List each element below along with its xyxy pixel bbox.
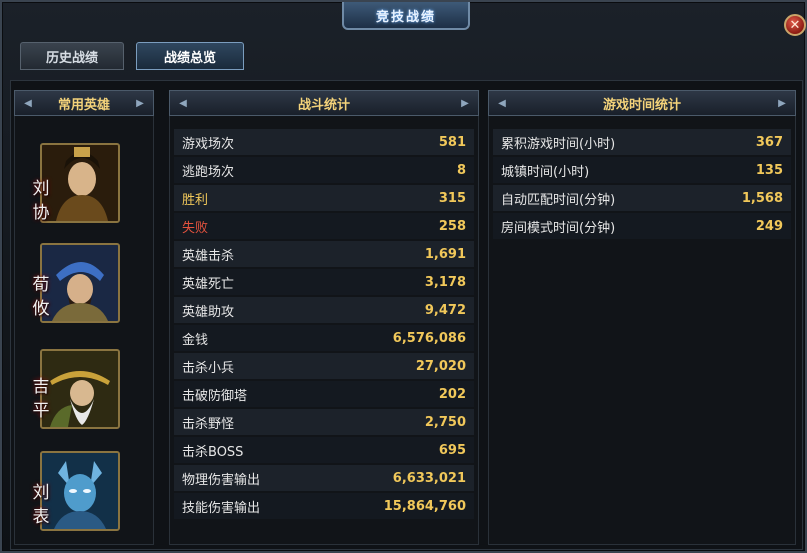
battle-stat-row: 胜利 315 <box>174 185 474 211</box>
time-stats-title: 游戏时间统计 <box>602 97 681 113</box>
battle-stat-value: 3,178 <box>424 274 466 290</box>
battle-stat-value: 6,576,086 <box>392 330 466 346</box>
battle-stat-label: 击杀BOSS <box>182 444 244 460</box>
hero-name-liuxie: 刘协 <box>32 179 50 223</box>
time-stat-value: 135 <box>755 162 783 178</box>
battle-stat-row: 技能伤害输出 15,864,760 <box>174 493 474 519</box>
battle-stat-value: 9,472 <box>424 302 466 318</box>
time-stat-value: 1,568 <box>741 190 783 206</box>
tab-overview[interactable]: 战绩总览 <box>136 42 244 70</box>
time-stat-value: 249 <box>755 218 783 234</box>
battle-stat-value: 695 <box>438 442 466 458</box>
battle-stat-label: 失败 <box>182 220 209 236</box>
battle-stat-label: 胜利 <box>182 192 209 208</box>
battle-stat-row: 物理伤害输出 6,633,021 <box>174 465 474 491</box>
tab-history[interactable]: 历史战绩 <box>20 42 124 70</box>
arrow-left-icon: ◀ <box>24 97 32 109</box>
favorite-heroes-title: 常用英雄 <box>57 97 110 113</box>
favorite-heroes-panel: ◀ 常用英雄 ▶ 刘协 荀攸 吉平 刘表 <box>14 90 154 545</box>
hero-jiping-icon <box>42 351 118 427</box>
battle-stat-value: 27,020 <box>415 358 466 374</box>
battle-stat-label: 技能伤害输出 <box>182 500 261 516</box>
battle-stat-value: 15,864,760 <box>383 498 466 514</box>
hero-name-liubiao: 刘表 <box>32 483 50 527</box>
battle-stat-row: 击杀野怪 2,750 <box>174 409 474 435</box>
battle-stat-value: 8 <box>456 162 466 178</box>
hero-name-xunyou: 荀攸 <box>32 275 50 319</box>
battle-stat-label: 英雄击杀 <box>182 248 235 264</box>
battle-stat-label: 击杀野怪 <box>182 416 235 432</box>
battle-stat-row: 游戏场次 581 <box>174 129 474 155</box>
battle-stat-value: 1,691 <box>424 246 466 262</box>
hero-name-jiping: 吉平 <box>32 377 50 421</box>
battle-stat-value: 6,633,021 <box>392 470 466 486</box>
battle-stat-label: 金钱 <box>182 332 209 348</box>
arrow-left-icon: ◀ <box>179 97 187 109</box>
arrow-right-icon: ▶ <box>136 97 144 109</box>
hero-liubiao-icon <box>42 453 118 529</box>
battle-stat-row: 英雄助攻 9,472 <box>174 297 474 323</box>
arrow-right-icon: ▶ <box>778 97 786 109</box>
time-stat-row: 自动匹配时间(分钟) 1,568 <box>493 185 791 211</box>
battle-stat-label: 游戏场次 <box>182 136 235 152</box>
battle-stats-panel: ◀ 战斗统计 ▶ 游戏场次 581 逃跑场次 8 胜利 315 失败 258 英雄击杀 1,691… <box>169 90 479 545</box>
battle-stat-row: 英雄死亡 3,178 <box>174 269 474 295</box>
time-stat-label: 房间模式时间(分钟) <box>501 220 616 236</box>
time-stat-row: 房间模式时间(分钟) 249 <box>493 213 791 239</box>
time-stat-value: 367 <box>755 134 783 150</box>
battle-stat-row: 击杀BOSS 695 <box>174 437 474 463</box>
hero-xunyou-icon <box>42 245 118 321</box>
battle-stat-label: 击破防御塔 <box>182 388 248 404</box>
arrow-right-icon: ▶ <box>461 97 469 109</box>
arrow-left-icon: ◀ <box>498 97 506 109</box>
battle-stat-value: 202 <box>438 386 466 402</box>
battle-stat-row: 英雄击杀 1,691 <box>174 241 474 267</box>
battle-stat-label: 逃跑场次 <box>182 164 235 180</box>
battle-stat-value: 258 <box>438 218 466 234</box>
time-stat-row: 城镇时间(小时) 135 <box>493 157 791 183</box>
time-stat-row: 累积游戏时间(小时) 367 <box>493 129 791 155</box>
time-stats-panel: ◀ 游戏时间统计 ▶ 累积游戏时间(小时) 367 城镇时间(小时) 135 自动匹配时… <box>488 90 796 545</box>
window-title: 竞技战绩 <box>342 2 470 30</box>
arena-record-window: 竞技战绩 ✕ 历史战绩 战绩总览 ◀ 常用英雄 ▶ 刘协 荀攸 吉平 刘表 ◀ … <box>0 0 807 553</box>
battle-stat-row: 击破防御塔 202 <box>174 381 474 407</box>
battle-stat-row: 金钱 6,576,086 <box>174 325 474 351</box>
battle-stat-value: 581 <box>438 134 466 150</box>
battle-stat-label: 英雄助攻 <box>182 304 235 320</box>
time-stat-label: 自动匹配时间(分钟) <box>501 192 616 208</box>
time-stats-header: ◀ 游戏时间统计 ▶ <box>488 90 796 116</box>
close-button[interactable]: ✕ <box>784 14 806 36</box>
battle-stat-label: 英雄死亡 <box>182 276 235 292</box>
battle-stat-row: 逃跑场次 8 <box>174 157 474 183</box>
favorite-heroes-header: ◀ 常用英雄 ▶ <box>14 90 154 116</box>
battle-stat-value: 2,750 <box>424 414 466 430</box>
time-stat-label: 城镇时间(小时) <box>501 164 590 180</box>
battle-stats-title: 战斗统计 <box>297 97 350 113</box>
battle-stat-row: 失败 258 <box>174 213 474 239</box>
battle-stat-value: 315 <box>438 190 466 206</box>
battle-stats-header: ◀ 战斗统计 ▶ <box>169 90 479 116</box>
battle-stat-label: 击杀小兵 <box>182 360 235 376</box>
battle-stat-row: 击杀小兵 27,020 <box>174 353 474 379</box>
battle-stat-label: 物理伤害输出 <box>182 472 261 488</box>
time-stat-label: 累积游戏时间(小时) <box>501 136 616 152</box>
hero-liuxie-icon <box>42 145 118 221</box>
